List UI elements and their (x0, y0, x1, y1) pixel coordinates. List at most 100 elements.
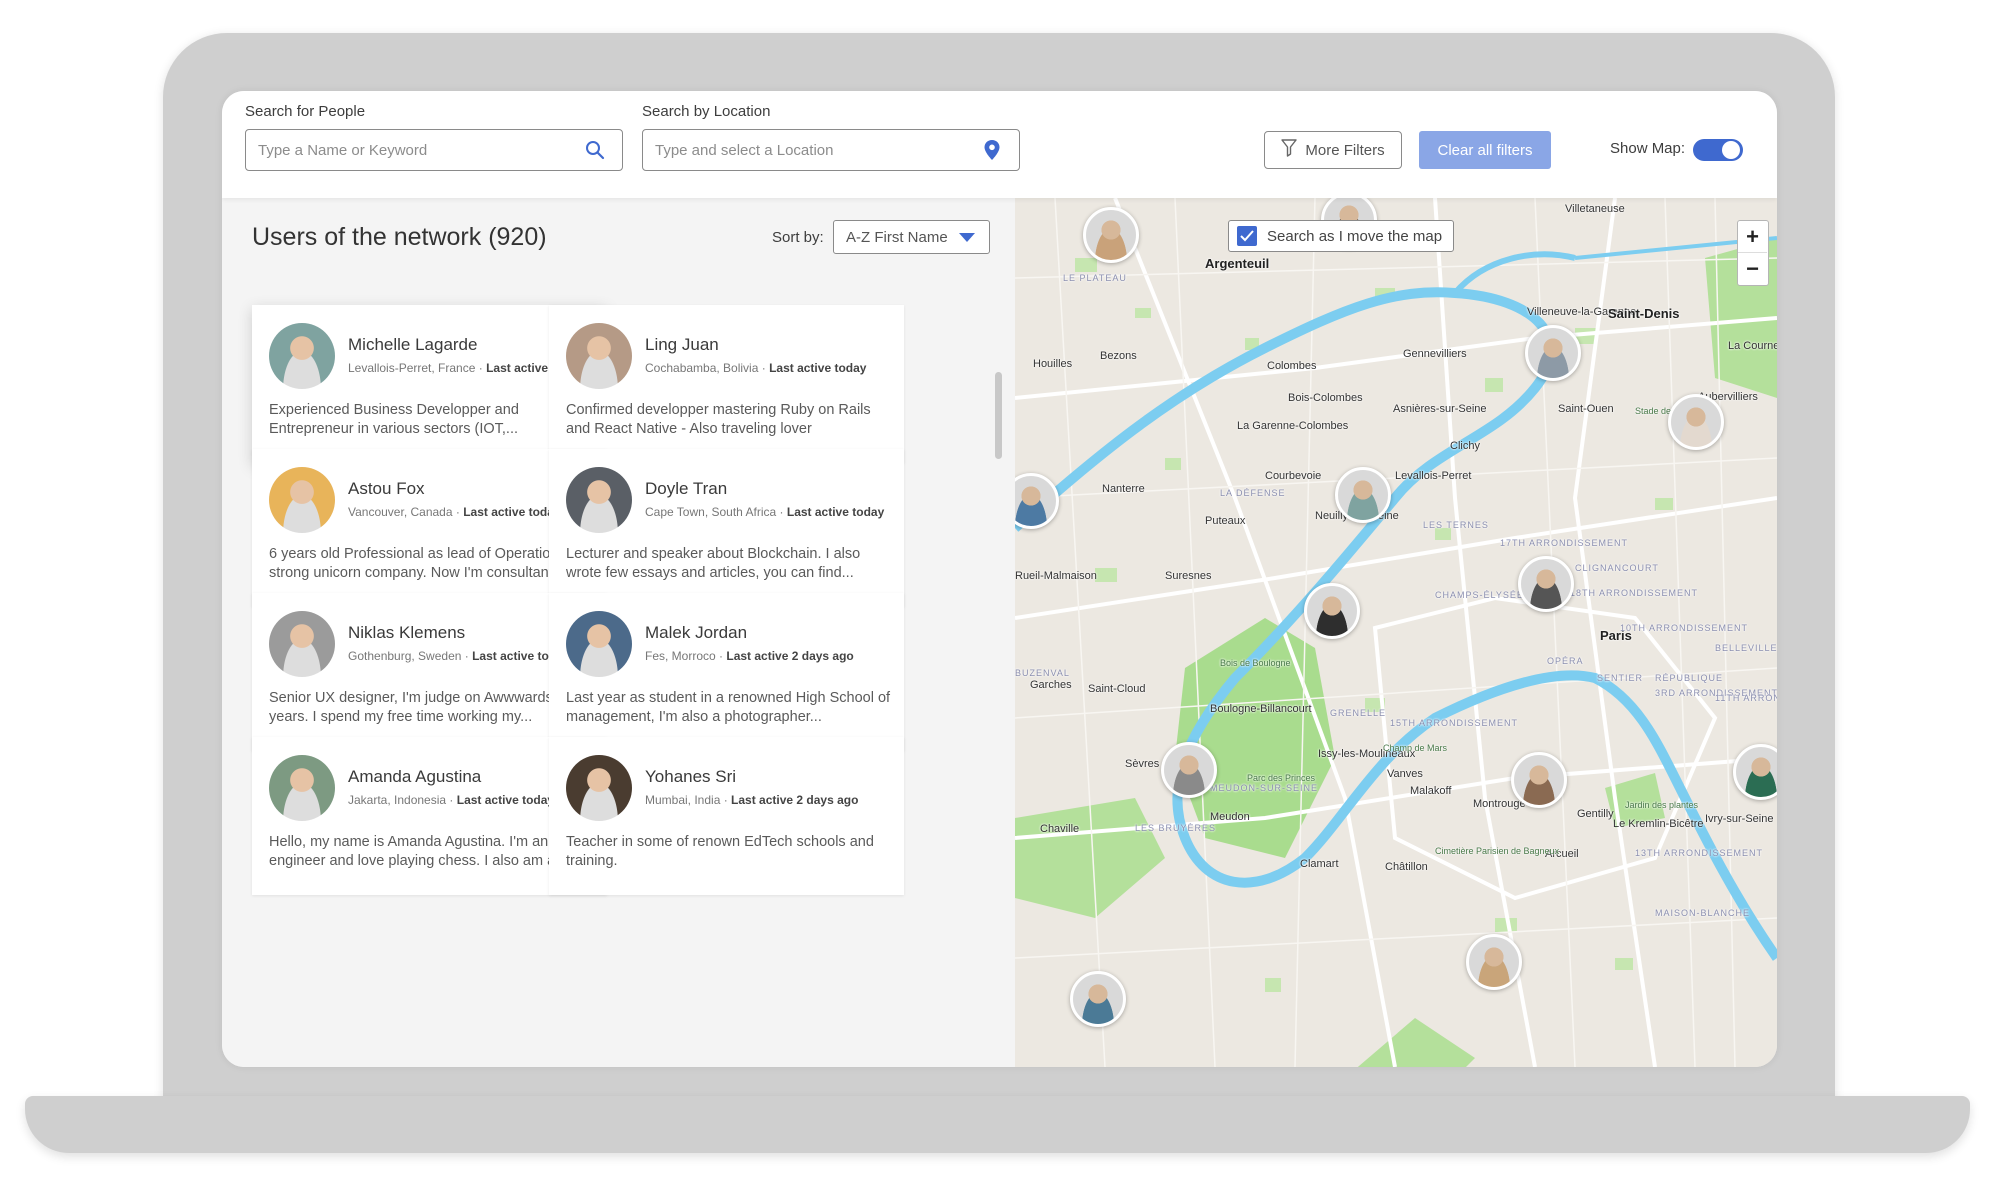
map-place-label: Colombes (1267, 360, 1317, 372)
avatar[interactable] (269, 611, 335, 677)
location-search-input[interactable] (643, 130, 979, 170)
map-landmark-label: Parc des Princes (1247, 773, 1316, 783)
map-district-label: OPÉRA (1547, 656, 1584, 666)
map-place-label: Argenteuil (1205, 256, 1270, 271)
search-as-move-toggle[interactable]: Search as I move the map (1228, 220, 1454, 252)
search-as-move-label: Search as I move the map (1267, 227, 1443, 245)
user-name[interactable]: Astou Fox (348, 479, 425, 499)
map-user-marker[interactable] (1511, 752, 1567, 808)
zoom-out-button[interactable]: − (1738, 253, 1767, 284)
map-user-marker[interactable] (1161, 742, 1217, 798)
user-card[interactable]: Doyle Tran Cape Town, South Africa · Last… (549, 449, 904, 607)
map-district-label: LES BRUYÈRES (1135, 823, 1217, 833)
user-activity: Last active today (769, 361, 867, 375)
people-search-label: Search for People (245, 103, 366, 120)
location-pin-icon[interactable] (979, 137, 1005, 163)
map-place-label: Meudon (1210, 811, 1250, 823)
user-location: Mumbai, India (645, 793, 721, 807)
clear-filters-button[interactable]: Clear all filters (1419, 131, 1551, 169)
map-district-label: 18TH ARRONDISSEMENT (1570, 588, 1699, 598)
sort-select[interactable]: A-Z First Name (833, 220, 990, 254)
search-icon[interactable] (582, 137, 608, 163)
user-location: Fes, Morroco (645, 649, 716, 663)
meta-separator: · (758, 361, 770, 375)
avatar[interactable] (269, 467, 335, 533)
zoom-in-button[interactable]: + (1738, 221, 1767, 253)
user-activity: Last active today (786, 505, 885, 519)
user-card[interactable]: Malek Jordan Fes, Morroco · Last active 2… (549, 593, 904, 751)
map-place-label: Malakoff (1410, 785, 1452, 797)
list-scrollbar[interactable] (995, 372, 1002, 459)
meta-separator: · (461, 649, 473, 663)
map-district-label: 13TH ARRONDISSEMENT (1635, 848, 1764, 858)
map-district-label: 11TH ARRONDISSEMENT (1715, 693, 1777, 703)
map-place-label: Vanves (1387, 768, 1423, 780)
avatar[interactable] (566, 755, 632, 821)
user-name[interactable]: Niklas Klemens (348, 623, 465, 643)
avatar[interactable] (566, 323, 632, 389)
map-user-marker[interactable] (1335, 467, 1391, 523)
user-activity: Last active 2 days ago (731, 793, 859, 807)
more-filters-button[interactable]: More Filters (1264, 131, 1402, 169)
map-place-label: Le Kremlin-Bicêtre (1613, 818, 1704, 830)
map-place-label: Gennevilliers (1403, 348, 1467, 360)
meta-separator: · (475, 361, 487, 375)
map-district-label: LES TERNES (1423, 520, 1489, 530)
map-user-marker[interactable] (1518, 556, 1574, 612)
avatar[interactable] (566, 467, 632, 533)
chevron-down-icon (959, 233, 975, 242)
user-meta: Gothenburg, Sweden · Last active today (348, 649, 569, 663)
app-screen: Search for People Search by Location Mor… (222, 91, 1777, 1067)
filter-header: Search for People Search by Location Mor… (222, 91, 1777, 198)
map-place-label: Levallois-Perret (1395, 470, 1472, 482)
map-user-marker[interactable] (1668, 394, 1724, 450)
location-search-field[interactable] (642, 129, 1020, 171)
show-map-toggle[interactable] (1693, 139, 1743, 161)
user-activity: Last active today (463, 505, 561, 519)
map-landmark-label: Cimetière Parisien de Bagneux (1435, 846, 1560, 856)
map-place-label: Villetaneuse (1565, 203, 1625, 215)
map-place-label: Clichy (1450, 440, 1480, 452)
checkbox-checked-icon[interactable] (1237, 226, 1257, 246)
user-name[interactable]: Ling Juan (645, 335, 719, 355)
map-place-label: La Garenne-Colombes (1237, 420, 1349, 432)
map-view[interactable]: Argenteuil Bezons Houilles Colombes Gennevil… (1015, 198, 1777, 1067)
map-user-marker[interactable] (1466, 934, 1522, 990)
map-district-label: GRENELLE (1330, 708, 1387, 718)
people-search-field[interactable] (245, 129, 623, 171)
avatar[interactable] (269, 755, 335, 821)
user-card[interactable]: Ling Juan Cochabamba, Bolivia · Last acti… (549, 305, 904, 463)
people-search-input[interactable] (246, 130, 582, 170)
map-place-label: Suresnes (1165, 570, 1212, 582)
user-activity: Last active 2 days ago (726, 649, 854, 663)
list-title: Users of the network (920) (252, 223, 547, 251)
map-place-label: Garches (1030, 679, 1072, 691)
meta-separator: · (452, 505, 464, 519)
user-meta: Mumbai, India · Last active 2 days ago (645, 793, 858, 807)
map-user-marker[interactable] (1525, 325, 1581, 381)
map-place-label: Montrouge (1473, 798, 1526, 810)
meta-separator: · (715, 649, 727, 663)
user-meta: Cochabamba, Bolivia · Last active today (645, 361, 866, 375)
sort-value: A-Z First Name (846, 228, 948, 246)
map-place-label: Saint-Ouen (1558, 403, 1614, 415)
map-user-marker[interactable] (1070, 971, 1126, 1027)
user-name[interactable]: Amanda Agustina (348, 767, 481, 787)
user-card[interactable]: Yohanes Sri Mumbai, India · Last active 2… (549, 737, 904, 895)
map-place-label: Courbevoie (1265, 470, 1322, 482)
avatar[interactable] (269, 323, 335, 389)
map-place-label: Châtillon (1385, 861, 1428, 873)
map-user-marker[interactable] (1304, 583, 1360, 639)
user-name[interactable]: Malek Jordan (645, 623, 747, 643)
user-name[interactable]: Yohanes Sri (645, 767, 736, 787)
map-district-label: 10TH ARRONDISSEMENT (1620, 623, 1749, 633)
avatar[interactable] (566, 611, 632, 677)
map-place-label: Puteaux (1205, 515, 1246, 527)
user-name[interactable]: Doyle Tran (645, 479, 727, 499)
map-user-marker[interactable] (1083, 207, 1139, 263)
user-meta: Fes, Morroco · Last active 2 days ago (645, 649, 854, 663)
map-place-label: Nanterre (1102, 483, 1145, 495)
user-meta: Cape Town, South Africa · Last active to… (645, 505, 884, 519)
user-name[interactable]: Michelle Lagarde (348, 335, 477, 355)
user-bio: Lecturer and speaker about Blockchain. I… (566, 546, 861, 581)
